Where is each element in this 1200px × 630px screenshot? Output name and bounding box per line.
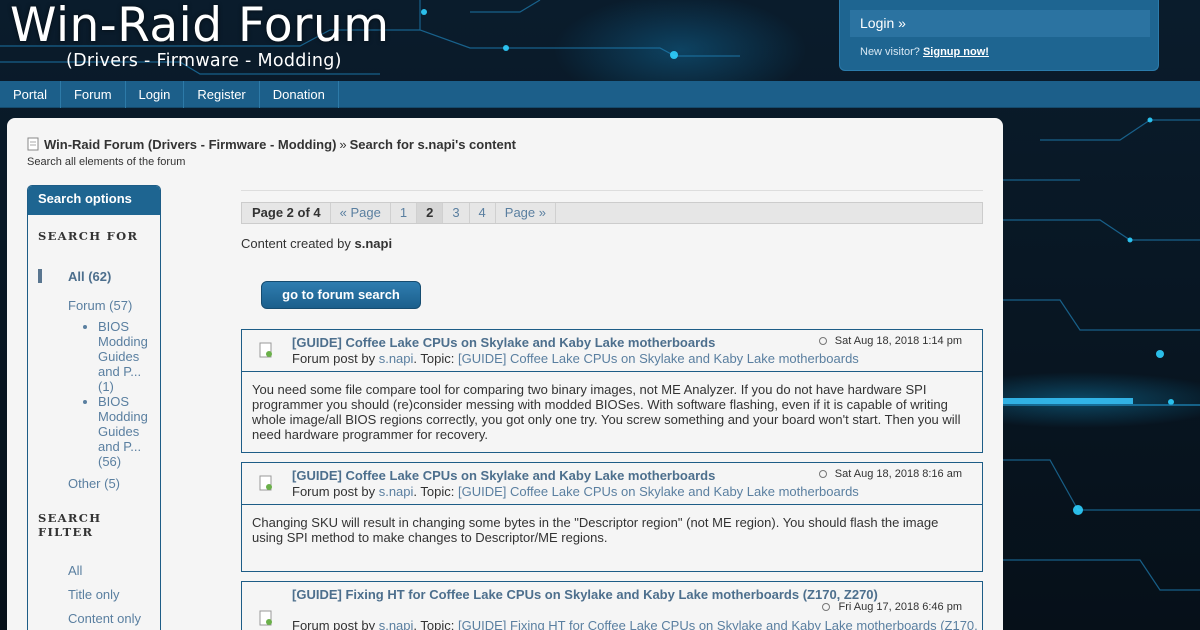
nav-login[interactable]: Login (126, 81, 185, 108)
sidebar-heading: Search options (28, 186, 160, 215)
post-body: Changing SKU will result in changing som… (252, 515, 939, 545)
breadcrumb-current[interactable]: Search for s.napi's content (350, 137, 516, 152)
home-icon (27, 137, 39, 151)
go-to-forum-search-button[interactable]: go to forum search (261, 281, 421, 309)
page-link-1[interactable]: 1 (391, 203, 418, 223)
post-body: You need some file compare tool for comp… (252, 382, 961, 442)
main-nav: Portal Forum Login Register Donation (0, 81, 1200, 108)
search-filter-heading: SEARCH FILTER (38, 511, 102, 539)
post-header: [GUIDE] Coffee Lake CPUs on Skylake and … (242, 463, 982, 505)
post-icon (259, 610, 272, 626)
post-icon (259, 342, 272, 358)
clock-icon (818, 337, 827, 345)
search-result-post: [GUIDE] Fixing HT for Coffee Lake CPUs o… (241, 581, 983, 630)
active-marker (38, 269, 42, 283)
post-header: [GUIDE] Fixing HT for Coffee Lake CPUs o… (242, 582, 982, 630)
next-page-link[interactable]: Page » (496, 203, 556, 223)
search-result-post: [GUIDE] Coffee Lake CPUs on Skylake and … (241, 329, 983, 453)
post-meta: Forum post by s.napi. Topic: [GUIDE] Fix… (292, 618, 978, 630)
site-header: Win-Raid Forum (Drivers - Firmware - Mod… (0, 0, 1200, 80)
content-creator-line: Content created by s.napi (241, 236, 983, 251)
post-author-link[interactable]: s.napi (379, 484, 414, 499)
breadcrumb: Win-Raid Forum (Drivers - Firmware - Mod… (27, 137, 516, 152)
site-logo-subtitle: (Drivers - Firmware - Modding) (66, 51, 342, 71)
forum-subcategory-item[interactable]: BIOS Modding Guides and P... (1) (98, 319, 160, 394)
post-date: Fri Aug 17, 2018 6:46 pm (822, 601, 962, 613)
filter-content-only[interactable]: Content only (28, 611, 160, 626)
clock-icon (818, 470, 827, 478)
filter-title-only[interactable]: Title only (28, 587, 160, 602)
new-visitor-text: New visitor? Signup now! (860, 46, 989, 58)
search-results: Page 2 of 4 « Page 1 2 3 4 Page » Conten… (241, 190, 983, 630)
post-topic-link[interactable]: [GUIDE] Coffee Lake CPUs on Skylake and … (458, 484, 859, 499)
login-button[interactable]: Login » (850, 10, 1150, 37)
pagination: Page 2 of 4 « Page 1 2 3 4 Page » (241, 202, 983, 224)
post-author-link[interactable]: s.napi (379, 618, 414, 630)
search-options-sidebar: Search options SEARCH FOR All (62) Forum… (27, 185, 161, 630)
nav-register[interactable]: Register (184, 81, 260, 108)
nav-donation[interactable]: Donation (260, 81, 339, 108)
created-by-prefix: Content created by (241, 236, 351, 251)
nav-forum[interactable]: Forum (61, 81, 126, 108)
signup-link[interactable]: Signup now! (923, 46, 989, 58)
topic-prefix: . Topic: (413, 484, 455, 499)
post-date-text: Sat Aug 18, 2018 1:14 pm (834, 335, 962, 347)
forum-subcategory-list: BIOS Modding Guides and P... (1) BIOS Mo… (28, 319, 160, 469)
page-description: Search all elements of the forum (27, 156, 186, 168)
filter-all[interactable]: All (28, 563, 160, 578)
post-header: [GUIDE] Coffee Lake CPUs on Skylake and … (242, 330, 982, 372)
meta-prefix: Forum post by (292, 484, 376, 499)
post-date-text: Fri Aug 17, 2018 6:46 pm (838, 601, 962, 613)
created-by-user: s.napi (354, 236, 393, 251)
site-logo-title[interactable]: Win-Raid Forum (10, 0, 390, 53)
forum-subcategory-item[interactable]: BIOS Modding Guides and P... (56) (98, 394, 160, 469)
filter-forum-results[interactable]: Forum (57) (28, 298, 160, 313)
post-date: Sat Aug 18, 2018 1:14 pm (818, 335, 962, 347)
main-panel: Win-Raid Forum (Drivers - Firmware - Mod… (7, 118, 1003, 630)
page-current: 2 (417, 203, 444, 223)
post-author-link[interactable]: s.napi (379, 351, 414, 366)
post-title-link[interactable]: [GUIDE] Fixing HT for Coffee Lake CPUs o… (292, 587, 878, 602)
page-indicator: Page 2 of 4 (242, 203, 331, 223)
divider (241, 190, 983, 191)
post-meta: Forum post by s.napi. Topic: [GUIDE] Cof… (292, 484, 859, 499)
meta-prefix: Forum post by (292, 618, 376, 630)
new-visitor-label: New visitor? (860, 46, 920, 58)
topic-prefix: . Topic: (413, 351, 455, 366)
post-topic-link[interactable]: [GUIDE] Fixing HT for Coffee Lake CPUs o… (458, 618, 978, 630)
breadcrumb-home[interactable]: Win-Raid Forum (Drivers - Firmware - Mod… (44, 137, 336, 152)
filter-other-results[interactable]: Other (5) (28, 476, 160, 491)
post-meta: Forum post by s.napi. Topic: [GUIDE] Cof… (292, 351, 859, 366)
post-date: Sat Aug 18, 2018 8:16 am (818, 468, 962, 480)
prev-page-link[interactable]: « Page (331, 203, 391, 223)
filter-all-label: All (62) (68, 269, 112, 284)
nav-portal[interactable]: Portal (0, 81, 61, 108)
clock-icon (822, 603, 831, 611)
meta-prefix: Forum post by (292, 351, 376, 366)
search-for-heading: SEARCH FOR (38, 229, 139, 243)
post-icon (259, 475, 272, 491)
post-title-link[interactable]: [GUIDE] Coffee Lake CPUs on Skylake and … (292, 335, 715, 350)
login-panel: Login » New visitor? Signup now! (839, 0, 1159, 71)
topic-prefix: . Topic: (413, 618, 455, 630)
breadcrumb-separator: » (339, 137, 347, 152)
search-result-post: [GUIDE] Coffee Lake CPUs on Skylake and … (241, 462, 983, 572)
post-date-text: Sat Aug 18, 2018 8:16 am (834, 468, 962, 480)
post-topic-link[interactable]: [GUIDE] Coffee Lake CPUs on Skylake and … (458, 351, 859, 366)
page-link-3[interactable]: 3 (443, 203, 470, 223)
filter-all-results[interactable]: All (62) (28, 269, 160, 284)
page-link-4[interactable]: 4 (470, 203, 496, 223)
post-title-link[interactable]: [GUIDE] Coffee Lake CPUs on Skylake and … (292, 468, 715, 483)
